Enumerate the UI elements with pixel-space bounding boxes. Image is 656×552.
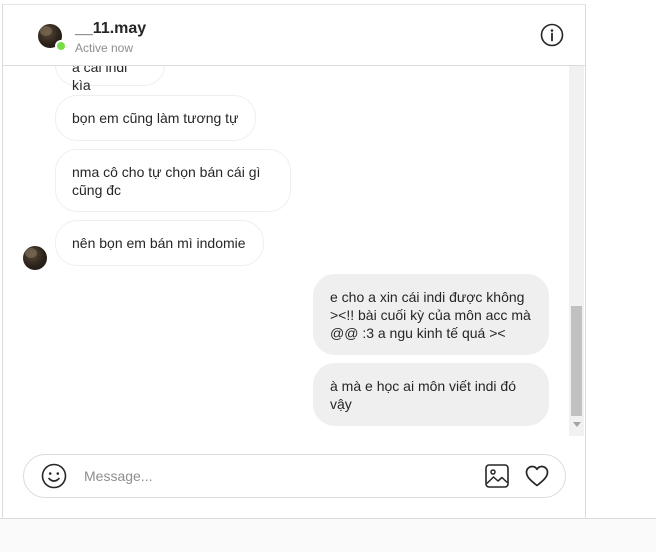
sender-avatar: [23, 246, 47, 270]
heart-icon[interactable]: [524, 463, 550, 489]
image-icon[interactable]: [484, 463, 510, 489]
message-thread[interactable]: à cái indi kìa bọn em cũng làm tương tự …: [3, 66, 585, 436]
message-composer: [23, 454, 566, 498]
page-footer-strip: [0, 518, 656, 552]
conversation-panel: __11.may Active now à cái indi kìa bọn e…: [2, 4, 586, 519]
message-input[interactable]: [84, 466, 474, 486]
scroll-down-arrow-icon[interactable]: [573, 422, 581, 427]
scrollbar-thumb[interactable]: [571, 306, 582, 416]
message-bubble-incoming[interactable]: à cái indi kìa: [55, 66, 165, 93]
message-bubble-incoming[interactable]: bọn em cũng làm tương tự: [55, 95, 256, 141]
active-status: Active now: [75, 41, 134, 55]
online-indicator: [55, 40, 67, 52]
thread-scrollbar[interactable]: [569, 66, 584, 436]
emoji-icon[interactable]: [41, 463, 67, 489]
info-icon[interactable]: [540, 23, 564, 47]
dm-window: __11.may Active now à cái indi kìa bọn e…: [0, 0, 656, 552]
conversation-header: __11.may Active now: [3, 5, 585, 66]
message-bubble-incoming[interactable]: nma cô cho tự chọn bán cái gì cũng đc: [55, 149, 291, 212]
message-bubble-outgoing[interactable]: à mà e học ai môn viết indi đó vậy: [313, 363, 549, 426]
message-bubble-incoming[interactable]: nên bọn em bán mì indomie: [55, 220, 264, 266]
username[interactable]: __11.may: [75, 20, 146, 38]
message-bubble-outgoing[interactable]: e cho a xin cái indi được không ><!! bài…: [313, 274, 549, 355]
